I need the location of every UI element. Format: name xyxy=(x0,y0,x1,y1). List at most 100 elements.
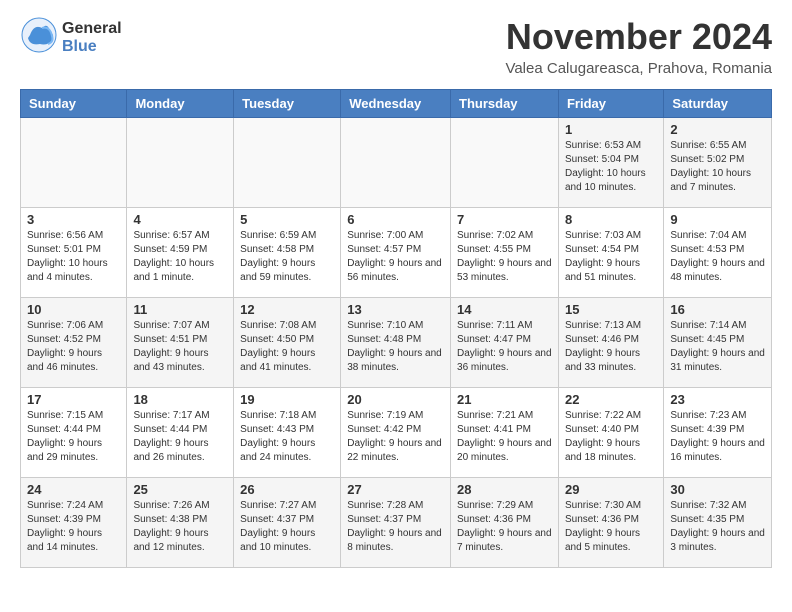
day-info: Sunrise: 7:18 AM Sunset: 4:43 PM Dayligh… xyxy=(240,409,334,465)
day-number: 20 xyxy=(347,392,444,407)
day-number: 15 xyxy=(565,302,657,317)
day-info: Sunrise: 7:22 AM Sunset: 4:40 PM Dayligh… xyxy=(565,409,657,465)
calendar-cell: 30 Sunrise: 7:32 AM Sunset: 4:35 PM Dayli… xyxy=(664,478,772,568)
calendar-header-row: Sunday Monday Tuesday Wednesday Thursday… xyxy=(21,90,772,118)
page: General Blue November 2024 Valea Calugar… xyxy=(0,0,792,584)
calendar-cell: 7 Sunrise: 7:02 AM Sunset: 4:55 PM Daylig… xyxy=(451,208,559,298)
day-info: Sunrise: 7:11 AM Sunset: 4:47 PM Dayligh… xyxy=(457,319,552,375)
calendar-cell: 14 Sunrise: 7:11 AM Sunset: 4:47 PM Dayli… xyxy=(451,298,559,388)
day-number: 7 xyxy=(457,212,552,227)
col-saturday: Saturday xyxy=(664,90,772,118)
calendar-cell xyxy=(341,118,451,208)
logo-blue: Blue xyxy=(62,38,97,55)
calendar-cell: 21 Sunrise: 7:21 AM Sunset: 4:41 PM Dayli… xyxy=(451,388,559,478)
day-info: Sunrise: 7:14 AM Sunset: 4:45 PM Dayligh… xyxy=(670,319,765,375)
calendar-cell: 27Sunrise: 7:28 AM Sunset: 4:37 PM Dayli… xyxy=(341,478,451,568)
calendar-week-3: 10Sunrise: 7:06 AM Sunset: 4:52 PM Dayli… xyxy=(21,298,772,388)
day-number: 24 xyxy=(27,482,120,497)
day-number: 23 xyxy=(670,392,765,407)
day-number: 22 xyxy=(565,392,657,407)
calendar: Sunday Monday Tuesday Wednesday Thursday… xyxy=(20,89,772,568)
logo-icon xyxy=(20,16,58,54)
day-info: Sunrise: 7:24 AM Sunset: 4:39 PM Dayligh… xyxy=(27,499,120,555)
day-info: Sunrise: 6:53 AM Sunset: 5:04 PM Dayligh… xyxy=(565,139,657,195)
title-section: November 2024 Valea Calugareasca, Prahov… xyxy=(505,16,772,77)
day-number: 4 xyxy=(133,212,227,227)
day-number: 18 xyxy=(133,392,227,407)
col-friday: Friday xyxy=(558,90,663,118)
calendar-cell: 23 Sunrise: 7:23 AM Sunset: 4:39 PM Dayli… xyxy=(664,388,772,478)
day-number: 2 xyxy=(670,122,765,137)
day-number: 16 xyxy=(670,302,765,317)
calendar-week-1: 1 Sunrise: 6:53 AM Sunset: 5:04 PM Daylig… xyxy=(21,118,772,208)
calendar-cell: 8 Sunrise: 7:03 AM Sunset: 4:54 PM Daylig… xyxy=(558,208,663,298)
day-info: Sunrise: 7:17 AM Sunset: 4:44 PM Dayligh… xyxy=(133,409,227,465)
day-info: Sunrise: 7:13 AM Sunset: 4:46 PM Dayligh… xyxy=(565,319,657,375)
logo: General Blue xyxy=(20,16,122,59)
day-number: 11 xyxy=(133,302,227,317)
day-number: 3 xyxy=(27,212,120,227)
calendar-cell: 2Sunrise: 6:55 AM Sunset: 5:02 PM Daylig… xyxy=(664,118,772,208)
day-number: 21 xyxy=(457,392,552,407)
calendar-cell: 4Sunrise: 6:57 AM Sunset: 4:59 PM Daylig… xyxy=(127,208,234,298)
calendar-week-4: 17Sunrise: 7:15 AM Sunset: 4:44 PM Dayli… xyxy=(21,388,772,478)
col-monday: Monday xyxy=(127,90,234,118)
day-number: 25 xyxy=(133,482,227,497)
calendar-cell: 29Sunrise: 7:30 AM Sunset: 4:36 PM Dayli… xyxy=(558,478,663,568)
day-info: Sunrise: 7:04 AM Sunset: 4:53 PM Dayligh… xyxy=(670,229,765,285)
day-number: 9 xyxy=(670,212,765,227)
header: General Blue November 2024 Valea Calugar… xyxy=(20,16,772,77)
calendar-cell: 18 Sunrise: 7:17 AM Sunset: 4:44 PM Dayli… xyxy=(127,388,234,478)
calendar-cell: 13 Sunrise: 7:10 AM Sunset: 4:48 PM Dayli… xyxy=(341,298,451,388)
day-info: Sunrise: 7:27 AM Sunset: 4:37 PM Dayligh… xyxy=(240,499,334,555)
day-info: Sunrise: 7:26 AM Sunset: 4:38 PM Dayligh… xyxy=(133,499,227,555)
day-info: Sunrise: 7:19 AM Sunset: 4:42 PM Dayligh… xyxy=(347,409,444,465)
day-info: Sunrise: 7:21 AM Sunset: 4:41 PM Dayligh… xyxy=(457,409,552,465)
day-number: 19 xyxy=(240,392,334,407)
day-number: 17 xyxy=(27,392,120,407)
day-number: 12 xyxy=(240,302,334,317)
day-info: Sunrise: 6:59 AM Sunset: 4:58 PM Dayligh… xyxy=(240,229,334,285)
calendar-cell xyxy=(127,118,234,208)
day-info: Sunrise: 7:23 AM Sunset: 4:39 PM Dayligh… xyxy=(670,409,765,465)
day-info: Sunrise: 7:00 AM Sunset: 4:57 PM Dayligh… xyxy=(347,229,444,285)
calendar-cell: 1 Sunrise: 6:53 AM Sunset: 5:04 PM Daylig… xyxy=(558,118,663,208)
calendar-cell: 26 Sunrise: 7:27 AM Sunset: 4:37 PM Dayli… xyxy=(234,478,341,568)
day-info: Sunrise: 7:29 AM Sunset: 4:36 PM Dayligh… xyxy=(457,499,552,555)
day-number: 13 xyxy=(347,302,444,317)
col-wednesday: Wednesday xyxy=(341,90,451,118)
day-number: 28 xyxy=(457,482,552,497)
day-info: Sunrise: 7:07 AM Sunset: 4:51 PM Dayligh… xyxy=(133,319,227,375)
day-number: 6 xyxy=(347,212,444,227)
calendar-cell: 17Sunrise: 7:15 AM Sunset: 4:44 PM Dayli… xyxy=(21,388,127,478)
day-info: Sunrise: 7:28 AM Sunset: 4:37 PM Dayligh… xyxy=(347,499,444,555)
calendar-cell xyxy=(451,118,559,208)
calendar-cell: 20 Sunrise: 7:19 AM Sunset: 4:42 PM Dayli… xyxy=(341,388,451,478)
calendar-cell: 11 Sunrise: 7:07 AM Sunset: 4:51 PM Dayli… xyxy=(127,298,234,388)
calendar-cell: 22 Sunrise: 7:22 AM Sunset: 4:40 PM Dayli… xyxy=(558,388,663,478)
calendar-cell: 24 Sunrise: 7:24 AM Sunset: 4:39 PM Dayli… xyxy=(21,478,127,568)
day-number: 30 xyxy=(670,482,765,497)
day-info: Sunrise: 7:08 AM Sunset: 4:50 PM Dayligh… xyxy=(240,319,334,375)
calendar-cell: 16 Sunrise: 7:14 AM Sunset: 4:45 PM Dayli… xyxy=(664,298,772,388)
day-number: 1 xyxy=(565,122,657,137)
col-tuesday: Tuesday xyxy=(234,90,341,118)
day-info: Sunrise: 6:56 AM Sunset: 5:01 PM Dayligh… xyxy=(27,229,120,285)
day-info: Sunrise: 7:32 AM Sunset: 4:35 PM Dayligh… xyxy=(670,499,765,555)
calendar-cell: 12 Sunrise: 7:08 AM Sunset: 4:50 PM Dayli… xyxy=(234,298,341,388)
day-info: Sunrise: 7:03 AM Sunset: 4:54 PM Dayligh… xyxy=(565,229,657,285)
day-info: Sunrise: 7:30 AM Sunset: 4:36 PM Dayligh… xyxy=(565,499,657,555)
day-info: Sunrise: 7:06 AM Sunset: 4:52 PM Dayligh… xyxy=(27,319,120,375)
day-number: 26 xyxy=(240,482,334,497)
calendar-cell: 6 Sunrise: 7:00 AM Sunset: 4:57 PM Daylig… xyxy=(341,208,451,298)
day-info: Sunrise: 7:02 AM Sunset: 4:55 PM Dayligh… xyxy=(457,229,552,285)
day-info: Sunrise: 7:10 AM Sunset: 4:48 PM Dayligh… xyxy=(347,319,444,375)
day-number: 8 xyxy=(565,212,657,227)
day-number: 14 xyxy=(457,302,552,317)
col-thursday: Thursday xyxy=(451,90,559,118)
calendar-cell: 3 Sunrise: 6:56 AM Sunset: 5:01 PM Daylig… xyxy=(21,208,127,298)
calendar-week-5: 24 Sunrise: 7:24 AM Sunset: 4:39 PM Dayli… xyxy=(21,478,772,568)
day-number: 5 xyxy=(240,212,334,227)
month-title: November 2024 xyxy=(505,16,772,58)
calendar-cell: 25 Sunrise: 7:26 AM Sunset: 4:38 PM Dayli… xyxy=(127,478,234,568)
